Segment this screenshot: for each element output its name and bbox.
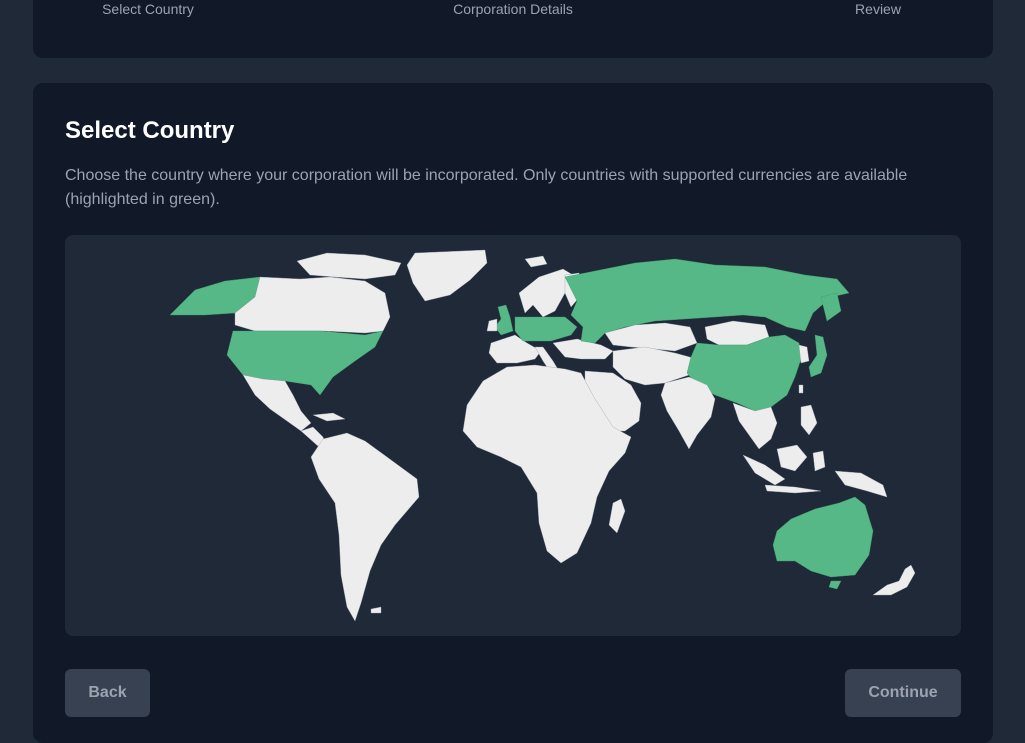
country-greenland[interactable] (406, 249, 488, 302)
country-philippines[interactable] (800, 404, 818, 436)
country-sulawesi[interactable] (812, 450, 826, 472)
select-country-card: Select Country Choose the country where … (33, 83, 993, 743)
world-map-svg (169, 249, 916, 622)
country-india[interactable] (660, 376, 716, 450)
country-indonesia[interactable] (742, 454, 786, 486)
country-turkey-balkans[interactable] (552, 338, 614, 360)
continue-button[interactable]: Continue (845, 669, 961, 717)
country-eurozone[interactable] (514, 316, 578, 342)
country-russia-kamchatka[interactable] (820, 292, 842, 322)
country-iceland[interactable] (524, 255, 548, 268)
country-java[interactable] (764, 484, 822, 494)
country-south-america[interactable] (310, 432, 420, 622)
country-cuba[interactable] (312, 412, 346, 422)
country-new-guinea[interactable] (834, 470, 888, 498)
step-review: Review (855, 1, 901, 17)
step-select-country: Select Country (102, 1, 194, 17)
country-taiwan[interactable] (798, 384, 804, 394)
country-australia[interactable] (772, 496, 874, 578)
country-new-zealand[interactable] (872, 564, 916, 596)
country-madagascar[interactable] (608, 498, 626, 534)
stepper: Select Country Corporation Details Revie… (33, 0, 993, 58)
back-button[interactable]: Back (65, 669, 150, 717)
step-corporation-details: Corporation Details (453, 1, 573, 17)
page-title: Select Country (65, 117, 235, 144)
country-borneo[interactable] (776, 444, 808, 472)
country-canada[interactable] (234, 276, 391, 334)
country-canada-islands[interactable] (296, 252, 402, 280)
world-map (65, 235, 961, 636)
country-united-kingdom[interactable] (494, 304, 514, 336)
country-ireland[interactable] (486, 318, 498, 332)
country-japan[interactable] (808, 334, 828, 378)
country-falklands[interactable] (370, 606, 382, 614)
country-korea[interactable] (798, 344, 810, 364)
page-description: Choose the country where your corporatio… (65, 167, 908, 208)
country-australia-tasmania[interactable] (828, 580, 842, 590)
